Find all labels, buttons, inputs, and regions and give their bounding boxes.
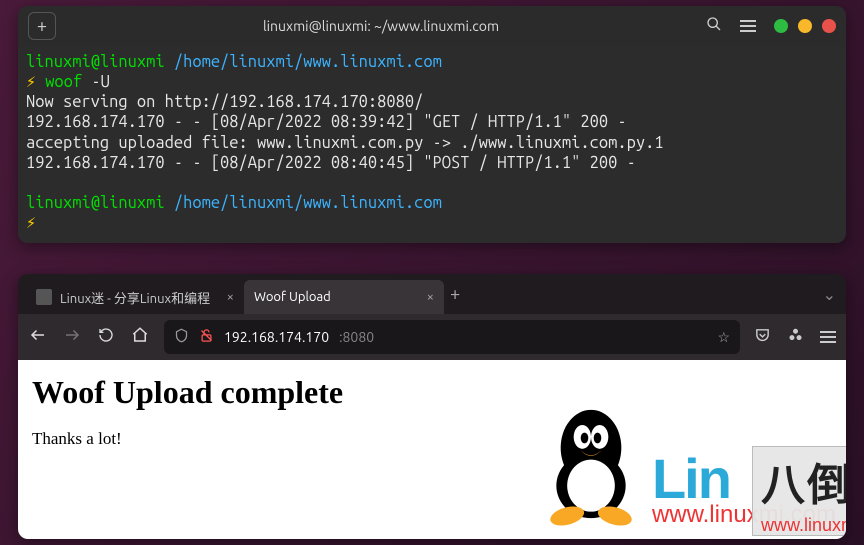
insecure-lock-icon[interactable] — [199, 328, 214, 346]
new-tab-button[interactable]: + — [28, 12, 56, 40]
prompt-path: /home/linuxmi/www.linuxmi.com — [174, 194, 442, 212]
browser-tabbar: Linux迷 - 分享Linux和编程 × Woof Upload × + ⌄ — [18, 274, 846, 314]
prompt-bolt: ⚡ — [26, 73, 36, 91]
watermark-text: Lin 八倒数 www.linuxmi.com 小鸡网（WWW.XWENW.CO… — [652, 446, 836, 529]
terminal-titlebar: + linuxmi@linuxmi: ~/www.linuxmi.com — [18, 6, 846, 46]
tab-linuxmi[interactable]: Linux迷 - 分享Linux和编程 × — [26, 280, 244, 314]
close-tab-icon[interactable]: × — [427, 290, 434, 304]
browser-navbar: 192.168.174.170 :8080 ☆ — [18, 314, 846, 360]
maximize-button[interactable] — [798, 19, 812, 33]
terminal-window: + linuxmi@linuxmi: ~/www.linuxmi.com lin… — [18, 6, 846, 243]
url-bar[interactable]: 192.168.174.170 :8080 ☆ — [164, 320, 740, 354]
watermark-overlay: 八倒数 www.linuxmi.com 小鸡网（WWW.XWENW.COM）专用 — [752, 446, 846, 536]
overlay-url: www.linuxmi.com — [753, 515, 846, 536]
new-tab-button[interactable]: + — [450, 284, 460, 304]
reload-button[interactable] — [96, 327, 116, 347]
command-arg: -U — [91, 73, 109, 91]
output-line-serving: Now serving on http://192.168.174.170:80… — [26, 93, 423, 111]
watermark: Lin 八倒数 www.linuxmi.com 小鸡网（WWW.XWENW.CO… — [536, 399, 836, 529]
close-button[interactable] — [822, 19, 836, 33]
output-line-accept: accepting uploaded file: www.linuxmi.com… — [26, 134, 664, 152]
overlay-footer: 小鸡网（WWW.XWENW.COM）专用 — [753, 536, 846, 539]
home-button[interactable] — [130, 326, 150, 348]
close-tab-icon[interactable]: × — [227, 290, 234, 304]
bookmark-star-icon[interactable]: ☆ — [717, 329, 730, 346]
window-controls — [706, 16, 836, 36]
tabs-dropdown-icon[interactable]: ⌄ — [823, 285, 836, 304]
prompt-bolt: ⚡ — [26, 214, 36, 232]
tab-woof-upload[interactable]: Woof Upload × — [244, 280, 444, 314]
url-port: :8080 — [339, 329, 374, 345]
output-line-get: 192.168.174.170 - - [08/Apr/2022 08:39:4… — [26, 113, 627, 131]
navbar-right — [754, 327, 836, 348]
shield-icon[interactable] — [174, 328, 189, 346]
extensions-icon[interactable] — [787, 327, 804, 348]
hamburger-icon[interactable] — [740, 20, 756, 32]
favicon-icon — [36, 289, 52, 305]
terminal-body[interactable]: linuxmi@linuxmi /home/linuxmi/www.linuxm… — [18, 46, 846, 243]
prompt-path: /home/linuxmi/www.linuxmi.com — [174, 53, 442, 71]
page-content: Woof Upload complete Thanks a lot! — [18, 360, 846, 539]
command-name: woof — [45, 73, 82, 91]
back-button[interactable] — [28, 326, 48, 348]
tab-label: Woof Upload — [254, 290, 331, 304]
prompt-user: linuxmi@linuxmi — [26, 194, 165, 212]
tab-label: Linux迷 - 分享Linux和编程 — [60, 288, 210, 307]
browser-window: Linux迷 - 分享Linux和编程 × Woof Upload × + ⌄ — [18, 274, 846, 539]
url-host: 192.168.174.170 — [224, 329, 329, 345]
terminal-title: linuxmi@linuxmi: ~/www.linuxmi.com — [64, 18, 698, 34]
tux-icon — [536, 399, 646, 529]
forward-button[interactable] — [62, 326, 82, 348]
search-icon[interactable] — [706, 16, 722, 36]
minimize-button[interactable] — [774, 19, 788, 33]
pocket-icon[interactable] — [754, 327, 771, 348]
output-line-post: 192.168.174.170 - - [08/Apr/2022 08:40:4… — [26, 154, 636, 172]
overlay-text: 八倒数 — [753, 447, 846, 515]
hamburger-icon[interactable] — [820, 331, 836, 343]
prompt-user: linuxmi@linuxmi — [26, 53, 165, 71]
